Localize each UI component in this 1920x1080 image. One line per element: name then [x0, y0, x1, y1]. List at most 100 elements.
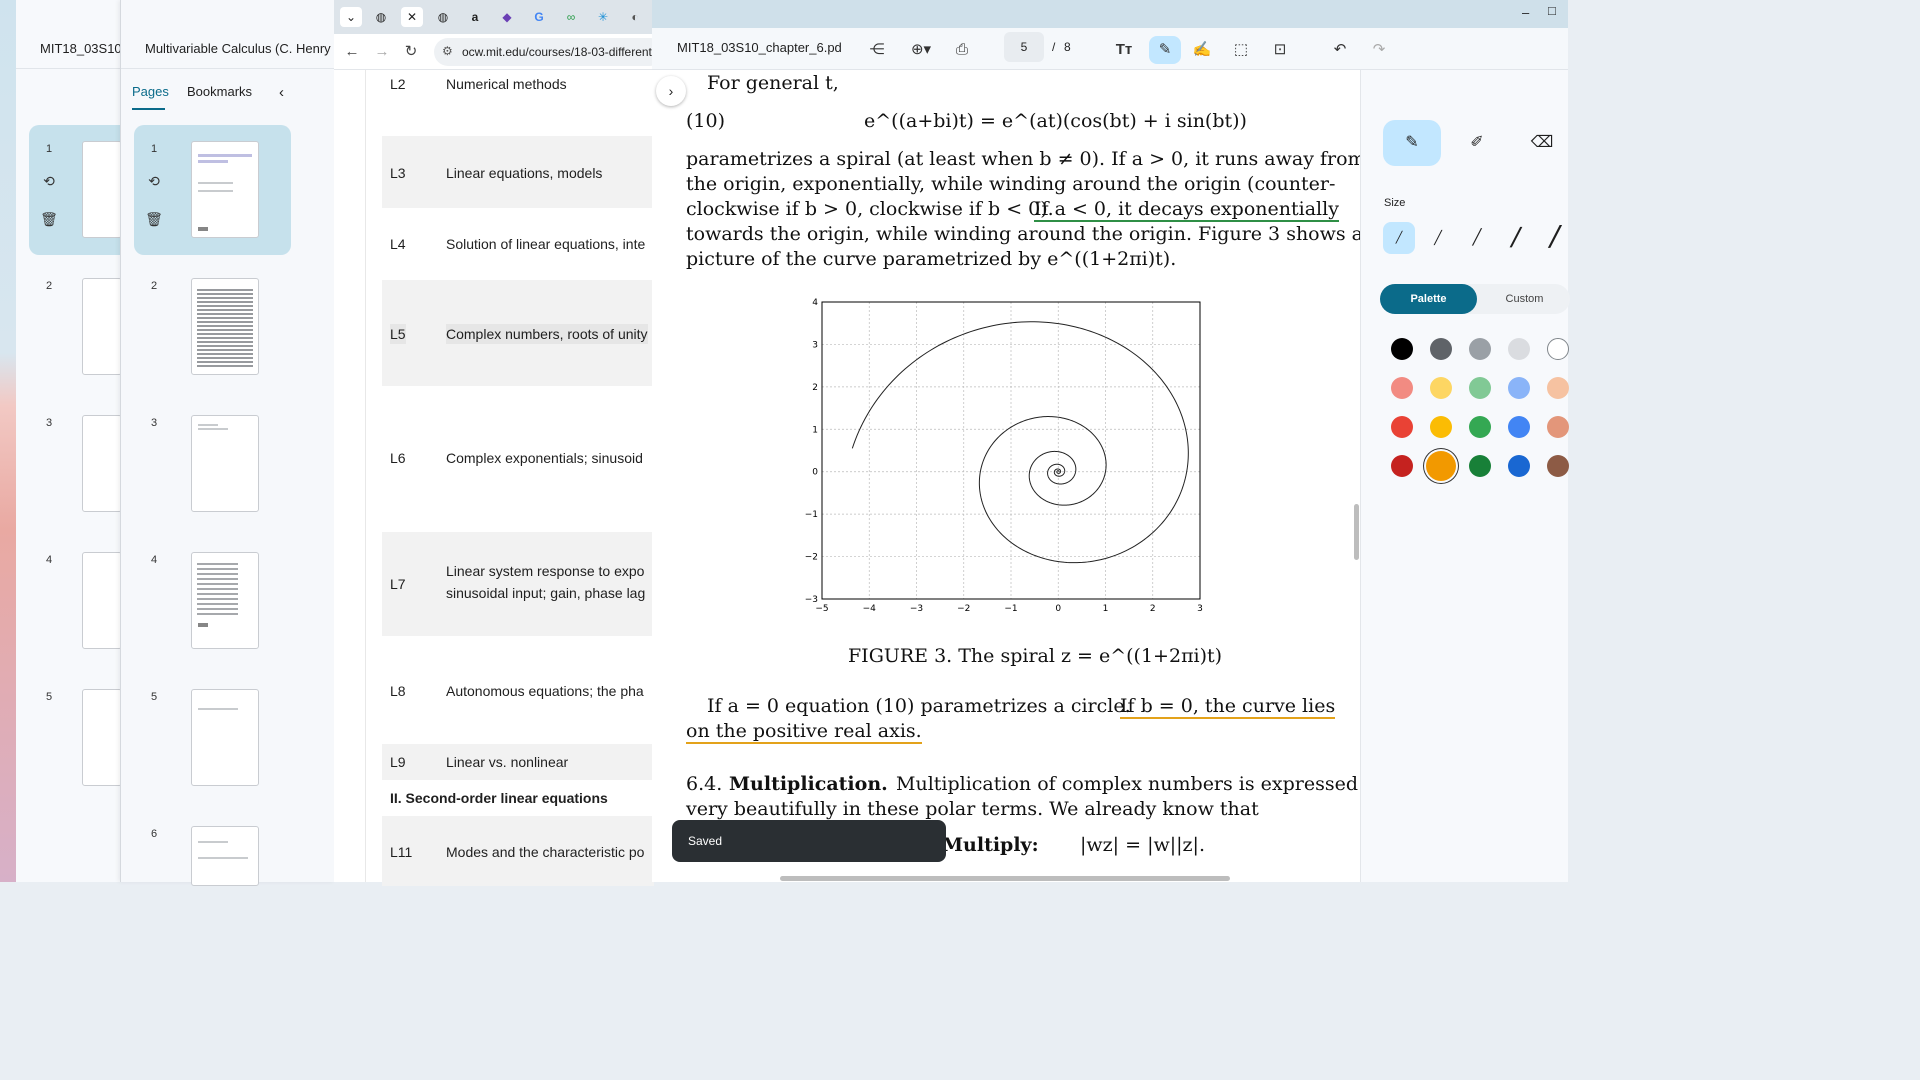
color-swatch[interactable]	[1469, 455, 1491, 477]
color-swatch[interactable]	[1430, 338, 1452, 360]
page-number-input[interactable]: 5	[1004, 32, 1044, 62]
table-row[interactable]: L5 Complex numbers, roots of unity	[382, 280, 654, 386]
tab-favicon[interactable]: ◍	[432, 7, 454, 27]
trash-icon[interactable]: 🗑	[145, 210, 163, 228]
tab-bookmarks[interactable]: Bookmarks	[187, 84, 252, 99]
y-tick-label: 1	[812, 425, 818, 435]
text-tool-icon[interactable]: Tт	[1110, 36, 1138, 64]
size-2[interactable]: ╱	[1422, 222, 1454, 254]
site-info-icon[interactable]: ⚙	[442, 44, 453, 58]
color-swatch[interactable]	[1508, 416, 1530, 438]
page-thumbnail[interactable]	[191, 415, 259, 512]
page-thumbnail[interactable]	[191, 278, 259, 375]
color-swatch[interactable]	[1391, 416, 1413, 438]
color-swatch[interactable]	[1430, 377, 1452, 399]
collapse-sidebar-icon[interactable]: ‹	[279, 84, 284, 101]
close-tab-icon[interactable]: ✕	[401, 7, 423, 27]
page-thumbnail[interactable]	[191, 826, 259, 886]
tab-custom[interactable]: Custom	[1477, 284, 1572, 314]
color-swatch[interactable]	[1391, 455, 1413, 477]
print-icon[interactable]: ⎙	[948, 36, 976, 64]
color-swatch[interactable]	[1426, 451, 1456, 481]
zoom-icon[interactable]: ⊕▾	[901, 36, 941, 64]
reload-icon[interactable]: ↻	[401, 42, 421, 62]
forward-icon[interactable]: →	[372, 42, 392, 62]
size-1[interactable]: ╱	[1383, 222, 1415, 254]
tab-search-icon[interactable]: ⌄	[340, 7, 362, 27]
undo-icon[interactable]: ↶	[1326, 36, 1354, 64]
maximize-icon[interactable]: □	[1548, 3, 1556, 18]
color-swatch[interactable]	[1469, 338, 1491, 360]
page-thumbnail[interactable]	[82, 415, 122, 512]
size-3[interactable]: ╱	[1461, 222, 1493, 254]
pen-icon[interactable]: ✎	[1383, 120, 1441, 166]
page-thumbnail[interactable]	[82, 141, 122, 238]
color-swatch[interactable]	[1391, 338, 1413, 360]
color-swatch[interactable]	[1430, 416, 1452, 438]
annotate-pen-icon[interactable]: ✎	[1149, 36, 1181, 64]
page-thumbnail[interactable]	[82, 278, 122, 375]
expand-sidebar-icon[interactable]: ›	[656, 76, 686, 106]
select-area-icon[interactable]: ⬚	[1227, 36, 1255, 64]
size-5[interactable]: ╱	[1539, 222, 1571, 254]
tab-favicon[interactable]: ✳	[592, 7, 614, 27]
color-swatch[interactable]	[1547, 338, 1569, 360]
redo-icon[interactable]: ↷	[1365, 36, 1393, 64]
table-row[interactable]: L3 Linear equations, models	[382, 136, 654, 208]
pdf-viewer[interactable]: – □ MIT18_03S10_chapter_6.pd ⋲ ⊕▾ ⎙ 5 / …	[652, 0, 1571, 882]
amazon-tab-icon[interactable]: a	[464, 7, 486, 27]
table-row[interactable]: L6 Complex exponentials; sinusoid	[382, 386, 654, 532]
address-bar[interactable]: ocw.mit.edu/courses/18-03-different	[434, 38, 664, 66]
nav-bar: ← → ↻ ocw.mit.edu/courses/18-03-differen…	[334, 34, 664, 70]
minimize-icon[interactable]: –	[1522, 5, 1529, 20]
green-underline-annotation[interactable]: If a < 0, it decays exponentially	[1034, 198, 1339, 222]
table-row[interactable]: L2 Numerical methods	[382, 70, 654, 136]
page-thumbnail[interactable]	[82, 689, 122, 786]
color-swatch[interactable]	[1469, 416, 1491, 438]
color-swatch[interactable]	[1547, 377, 1569, 399]
signature-icon[interactable]: ✍	[1188, 36, 1216, 64]
color-swatch[interactable]	[1508, 338, 1530, 360]
table-row[interactable]: L9 Linear vs. nonlinear	[382, 744, 654, 780]
table-row[interactable]: L11 Modes and the characteristic po	[382, 816, 654, 886]
orange-underline-annotation[interactable]: on the positive real axis.	[686, 720, 922, 744]
color-swatch[interactable]	[1547, 416, 1569, 438]
lecture-table: L2 Numerical methods L3 Linear equations…	[382, 70, 654, 886]
size-4[interactable]: ╱	[1500, 222, 1532, 254]
rotate-icon[interactable]: ⟲	[40, 172, 58, 190]
table-row[interactable]: L8 Autonomous equations; the pha	[382, 636, 654, 744]
tab-favicon[interactable]: ◐	[624, 7, 646, 27]
rotate-icon[interactable]: ⟲	[145, 172, 163, 190]
y-tick-label: −2	[805, 553, 818, 563]
share-icon[interactable]: ⋲	[863, 36, 891, 64]
color-swatch[interactable]	[1508, 377, 1530, 399]
color-swatch[interactable]	[1547, 455, 1569, 477]
spiral-figure: −5 −4 −3 −2 −1 0 1 2 3 −3 −2 −1 0 1 2 3 4	[805, 298, 1203, 614]
color-swatch[interactable]	[1508, 455, 1530, 477]
screenshot-icon[interactable]: ⊡	[1266, 36, 1294, 64]
tab-favicon[interactable]: ◆	[496, 7, 518, 27]
table-row[interactable]: L4 Solution of linear equations, inte	[382, 208, 654, 280]
tab-favicon[interactable]: ◍	[370, 7, 392, 27]
google-tab-icon[interactable]: G	[528, 7, 550, 27]
orange-underline-annotation[interactable]: If b = 0, the curve lies	[1120, 695, 1336, 719]
eraser-icon[interactable]: ⌫	[1513, 120, 1571, 166]
tab-pages[interactable]: Pages	[132, 84, 169, 99]
page-thumbnail[interactable]	[191, 689, 259, 786]
tab-palette[interactable]: Palette	[1380, 284, 1477, 314]
highlighter-icon[interactable]: ✐	[1448, 120, 1506, 166]
horizontal-scrollbar[interactable]	[780, 876, 1230, 881]
tab-favicon[interactable]: ∞	[560, 7, 582, 27]
browser-window[interactable]: ⌄ ◍ ✕ ◍ a ◆ G ∞ ✳ ◐ ← → ↻ ocw.mit.edu/co…	[334, 0, 664, 886]
table-row[interactable]: L7 Linear system response to expo sinuso…	[382, 532, 654, 636]
saved-toast: Saved	[672, 820, 946, 862]
color-swatch[interactable]	[1469, 377, 1491, 399]
color-swatch[interactable]	[1391, 377, 1413, 399]
page-thumbnail[interactable]	[191, 141, 259, 238]
pdf-window-multivariable[interactable]: Multivariable Calculus (C. Henry Ed Page…	[120, 0, 336, 886]
back-icon[interactable]: ←	[342, 42, 362, 62]
page-thumbnail[interactable]	[82, 552, 122, 649]
trash-icon[interactable]: 🗑	[40, 210, 58, 228]
page-thumbnail[interactable]	[191, 552, 259, 649]
vertical-scrollbar[interactable]	[1354, 504, 1359, 560]
